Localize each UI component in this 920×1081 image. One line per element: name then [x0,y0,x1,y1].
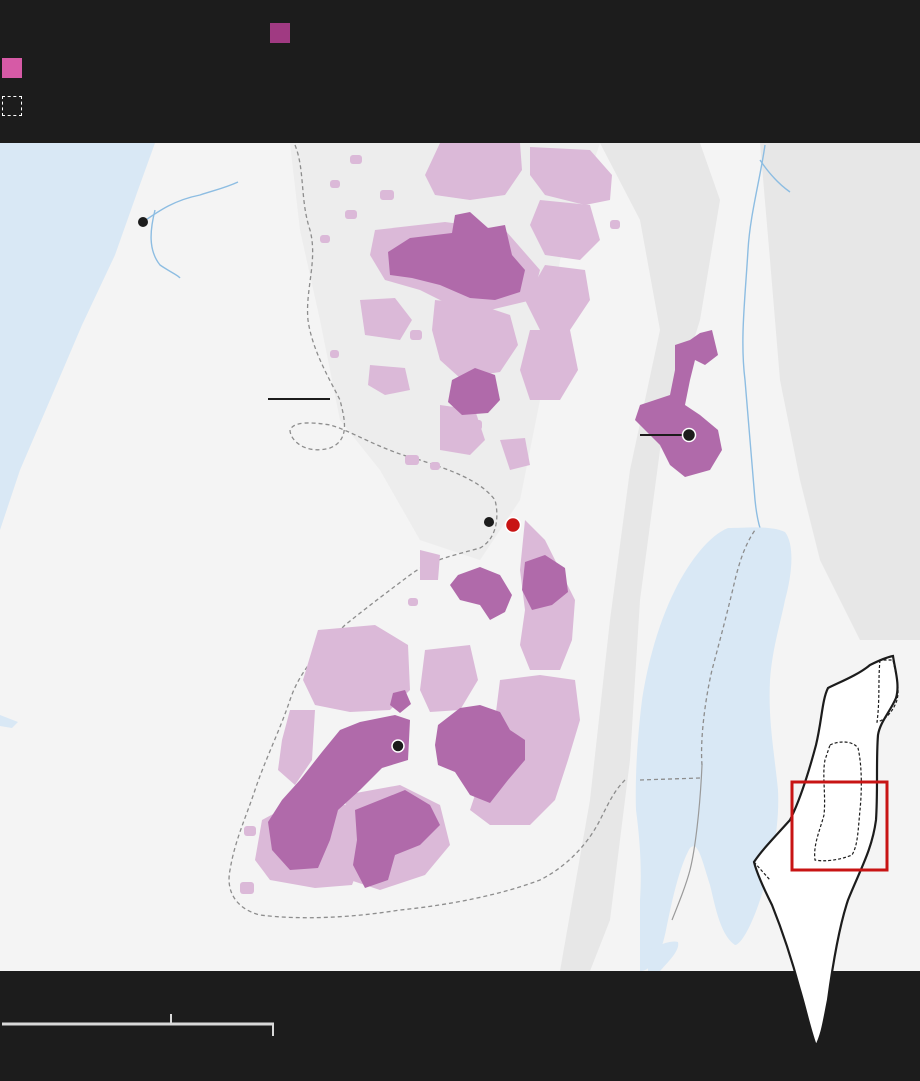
city-marker-center[interactable] [484,517,494,527]
area-b-swatch [2,58,22,78]
highlight-marker[interactable] [504,516,522,534]
inset-locator-map [752,654,899,1049]
city-marker-south[interactable] [391,739,405,753]
inset-country-shape [752,654,899,1049]
map-legend [0,0,920,143]
city-marker-east[interactable] [681,427,697,443]
dashed-boundary-swatch [2,96,22,116]
city-marker-west[interactable] [138,217,148,227]
area-a-swatch [270,23,290,43]
